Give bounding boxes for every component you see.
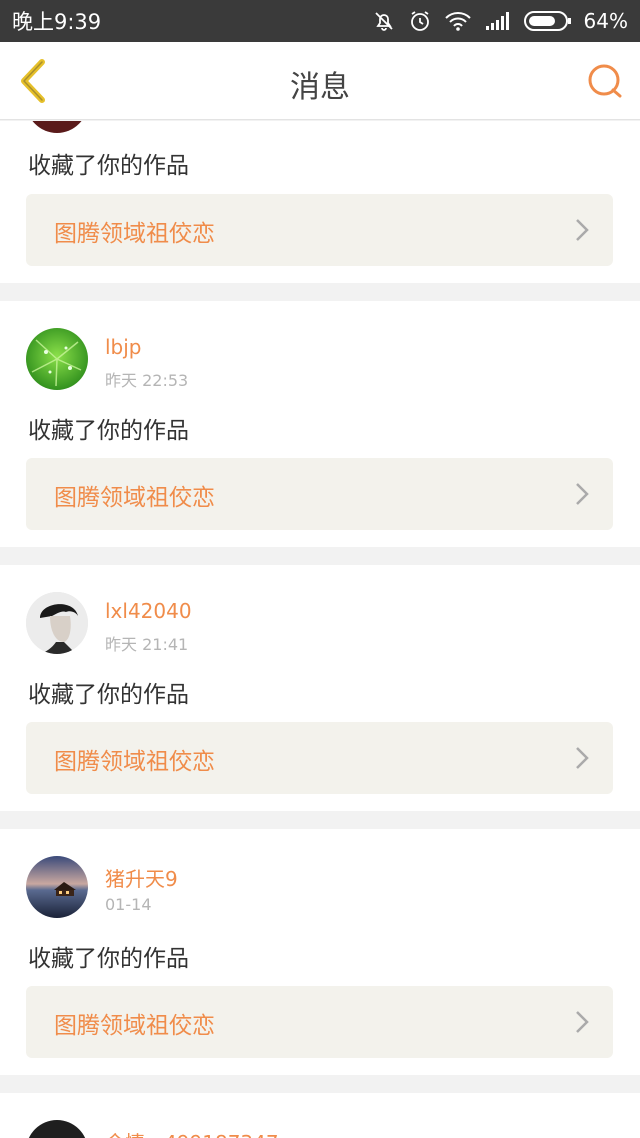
- status-bar: 晚上9:39 64%: [0, 0, 640, 42]
- avatar[interactable]: [26, 592, 88, 654]
- chevron-right-icon: [576, 747, 589, 769]
- chevron-right-icon: [576, 219, 589, 241]
- status-icons: 64%: [372, 9, 628, 33]
- work-link[interactable]: 图腾领域祖佼恋: [26, 986, 613, 1058]
- work-title: 图腾领域祖佼恋: [54, 221, 215, 247]
- battery-percent: 64%: [583, 9, 628, 33]
- work-link[interactable]: 图腾领域祖佼恋: [26, 722, 613, 794]
- avatar[interactable]: [26, 121, 88, 133]
- nav-bar: 消息: [0, 42, 640, 120]
- message-action: 收藏了你的作品: [28, 418, 189, 444]
- user-name[interactable]: lxl42040: [105, 599, 192, 623]
- search-button[interactable]: [586, 62, 624, 100]
- message-card: 猪升天9 01-14 收藏了你的作品 图腾领域祖佼恋: [0, 829, 640, 1075]
- message-action: 收藏了你的作品: [28, 946, 189, 972]
- message-action: 收藏了你的作品: [28, 682, 189, 708]
- user-name[interactable]: 猪升天9: [105, 863, 178, 892]
- wifi-icon: [444, 10, 472, 32]
- user-name[interactable]: lbjp: [105, 335, 142, 359]
- alarm-icon: [408, 9, 432, 33]
- avatar[interactable]: [26, 328, 88, 390]
- work-title: 图腾领域祖佼恋: [54, 485, 215, 511]
- work-title: 图腾领域祖佼恋: [54, 749, 215, 775]
- search-icon: [588, 64, 622, 98]
- message-time: 01-14: [105, 895, 152, 914]
- work-title: 图腾领域祖佼恋: [54, 1013, 215, 1039]
- status-time: 晚上9:39: [12, 10, 102, 34]
- message-card: lxl42040 昨天 21:41 收藏了你的作品 图腾领域祖佼恋: [0, 565, 640, 811]
- page-title: 消息: [290, 70, 350, 105]
- user-name[interactable]: 余情...499187347: [105, 1127, 279, 1138]
- signal-icon: [484, 11, 512, 31]
- chevron-right-icon: [576, 483, 589, 505]
- battery-icon: [523, 10, 572, 32]
- mute-bell-icon: [372, 9, 396, 33]
- message-time: 昨天 22:53: [105, 371, 189, 390]
- message-time: 昨天 21:41: [105, 635, 189, 654]
- avatar[interactable]: [26, 1120, 88, 1138]
- work-link[interactable]: 图腾领域祖佼恋: [26, 194, 613, 266]
- message-card: 收藏了你的作品 图腾领域祖佼恋: [0, 121, 640, 283]
- message-action: 收藏了你的作品: [28, 153, 189, 179]
- message-list[interactable]: 收藏了你的作品 图腾领域祖佼恋 lbjp 昨天 22:53 收藏了你的作品 图腾…: [0, 121, 640, 1138]
- avatar[interactable]: [26, 856, 88, 918]
- work-link[interactable]: 图腾领域祖佼恋: [26, 458, 613, 530]
- message-card: lbjp 昨天 22:53 收藏了你的作品 图腾领域祖佼恋: [0, 301, 640, 547]
- message-card: 余情...499187347: [0, 1093, 640, 1138]
- chevron-right-icon: [576, 1011, 589, 1033]
